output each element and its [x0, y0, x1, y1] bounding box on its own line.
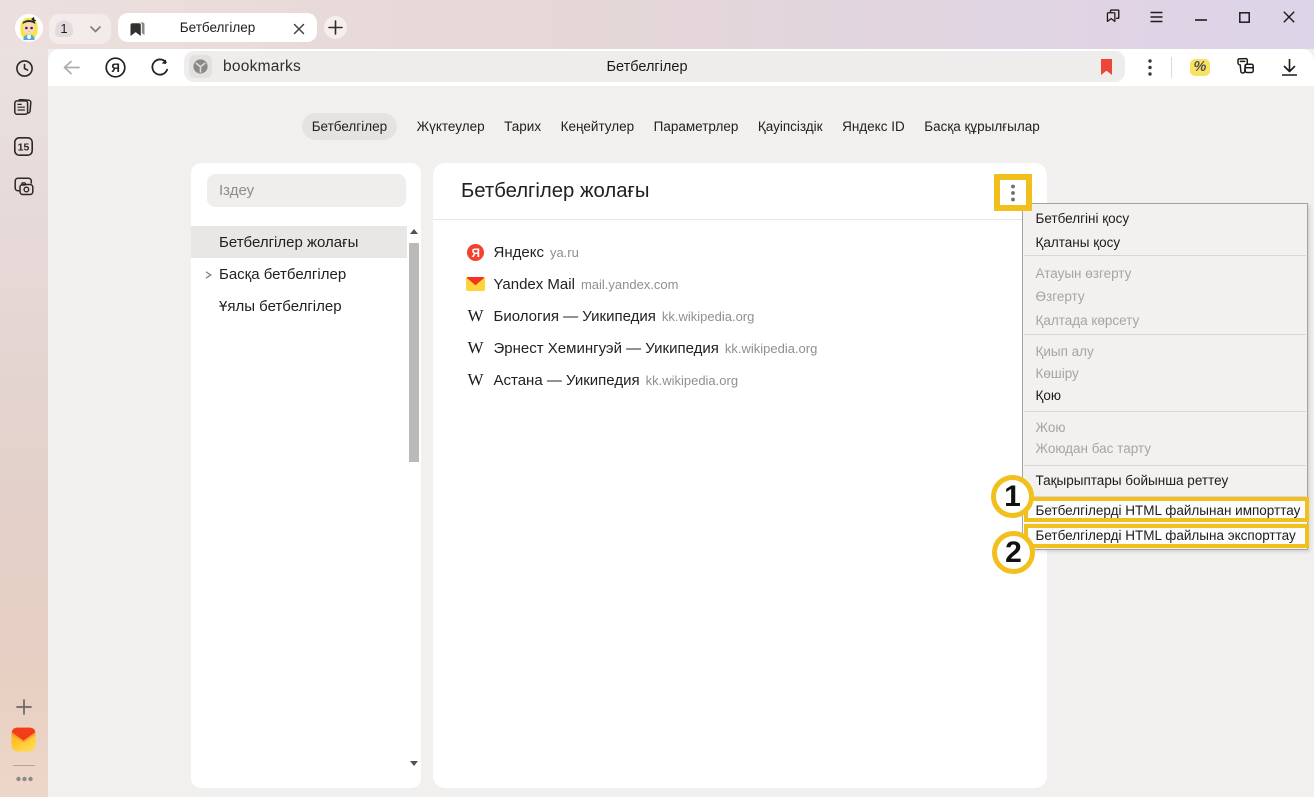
svg-text:Я: Я	[471, 245, 479, 259]
svg-text:Я: Я	[111, 61, 120, 75]
svg-text:15: 15	[18, 142, 30, 154]
